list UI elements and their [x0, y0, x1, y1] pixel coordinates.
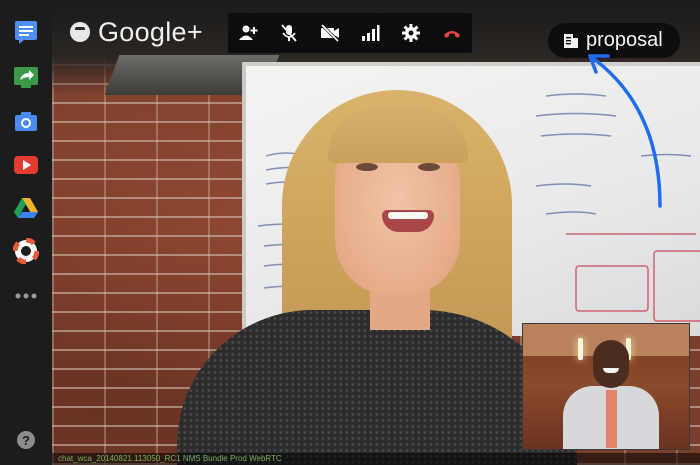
bandwidth-icon[interactable]: [359, 22, 381, 44]
chat-icon[interactable]: [13, 19, 39, 45]
self-view-thumbnail[interactable]: [522, 323, 690, 450]
hangouts-quote-icon: [70, 22, 90, 42]
end-call-icon[interactable]: [441, 22, 463, 44]
drive-icon[interactable]: [13, 195, 39, 221]
mute-microphone-icon[interactable]: [278, 22, 300, 44]
pip-person-smile: [603, 368, 619, 373]
youtube-icon[interactable]: [13, 152, 39, 178]
google-plus-logo: Google+: [70, 15, 203, 49]
share-screen-icon[interactable]: [13, 64, 39, 90]
brand-label: Google+: [98, 16, 203, 47]
svg-text:?: ?: [22, 433, 30, 448]
person-teeth: [388, 212, 428, 219]
build-status: chat_wca_20140821.113050_RC1 NMS Bundle …: [52, 453, 700, 465]
app-sidebar: ?: [0, 0, 52, 465]
hangout-toolbox-icon[interactable]: [13, 238, 39, 264]
camera-icon[interactable]: [13, 109, 39, 135]
call-toolbar: [228, 13, 472, 53]
help-icon[interactable]: ?: [13, 427, 39, 453]
person-eye-right: [418, 163, 440, 171]
settings-icon[interactable]: [400, 22, 422, 44]
person-eye-left: [356, 163, 378, 171]
turn-off-camera-icon[interactable]: [319, 22, 341, 44]
annotation-arrow: [588, 54, 662, 208]
person-bangs: [328, 108, 468, 163]
pip-person-tie: [606, 390, 617, 448]
invite-people-icon[interactable]: [237, 22, 259, 44]
pip-light: [578, 338, 583, 360]
pip-person-head: [593, 340, 629, 388]
more-apps-icon[interactable]: [13, 283, 39, 309]
